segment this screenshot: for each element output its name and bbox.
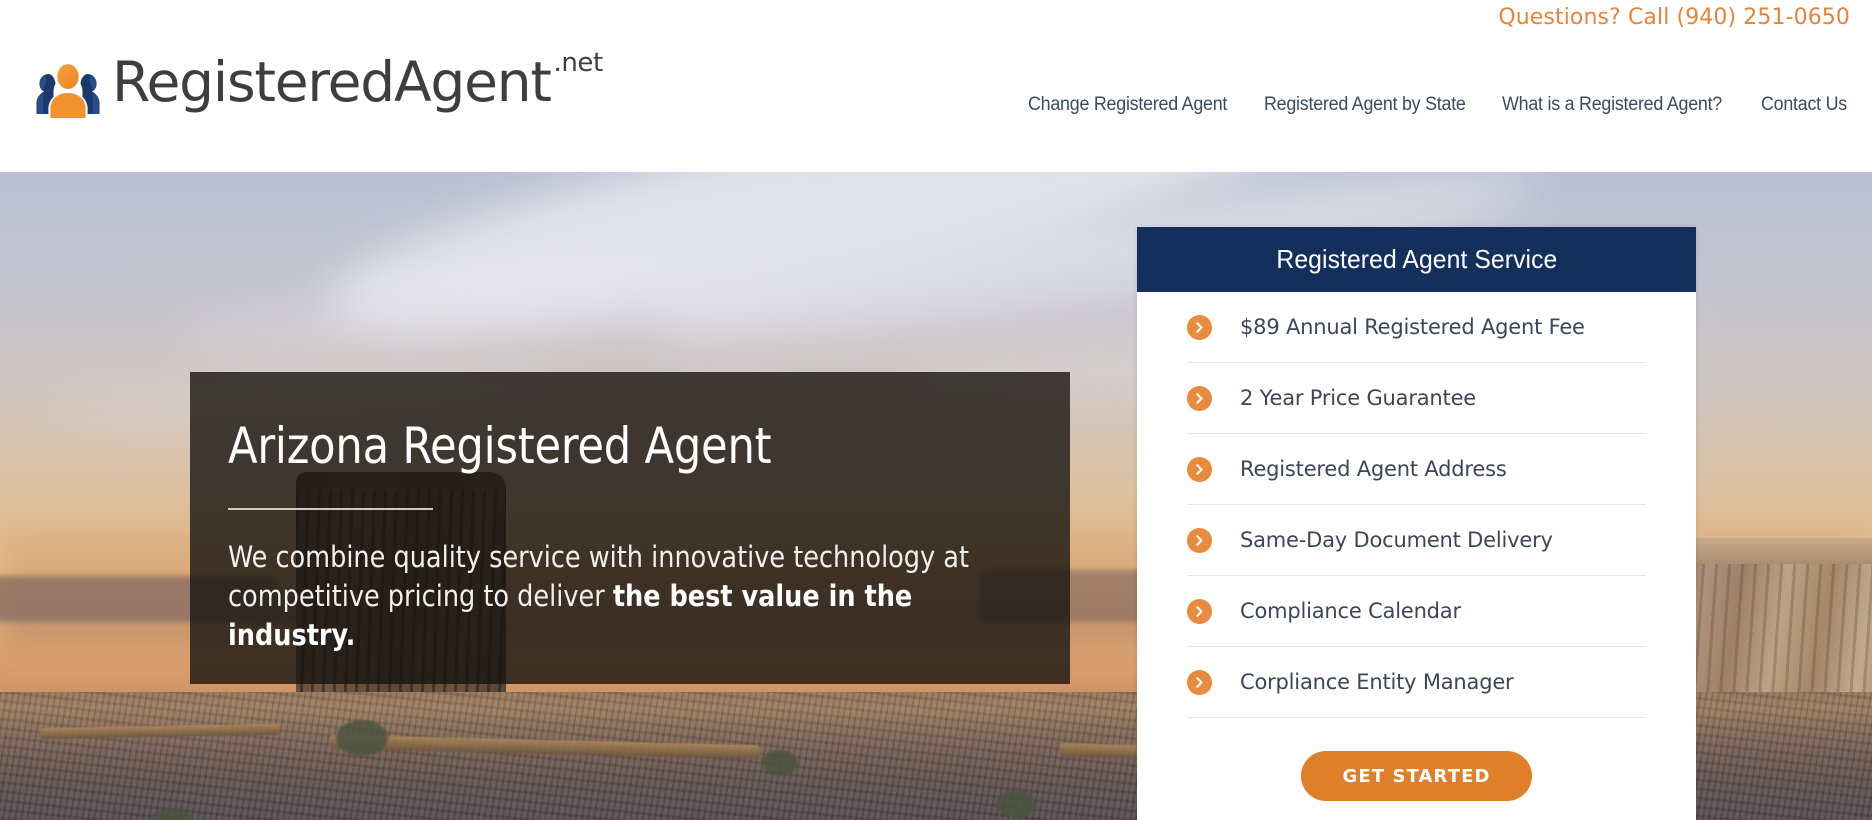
service-feature-label: Registered Agent Address	[1240, 457, 1507, 481]
nav-item-registered-agent-by-state[interactable]: Registered Agent by State	[1264, 94, 1466, 116]
service-feature-label: Same-Day Document Delivery	[1240, 528, 1553, 552]
service-feature-item[interactable]: $89 Annual Registered Agent Fee	[1187, 292, 1646, 363]
service-feature-item[interactable]: Same-Day Document Delivery	[1187, 505, 1646, 576]
service-feature-label: Compliance Calendar	[1240, 599, 1461, 623]
logo-wordmark-group: RegisteredAgent .net	[112, 48, 603, 120]
desert-shrub	[762, 750, 798, 776]
main-navigation: Change Registered Agent Registered Agent…	[1028, 94, 1852, 116]
hero-subtitle: We combine quality service with innovati…	[228, 538, 1002, 655]
chevron-right-circle-icon	[1187, 527, 1212, 553]
service-feature-item[interactable]: Registered Agent Address	[1187, 434, 1646, 505]
chevron-right-circle-icon	[1187, 598, 1212, 624]
site-logo[interactable]: RegisteredAgent .net	[34, 48, 603, 124]
chevron-right-circle-icon	[1187, 314, 1212, 340]
three-people-icon	[34, 52, 102, 120]
desert-shrub	[336, 720, 388, 756]
service-feature-label: 2 Year Price Guarantee	[1240, 386, 1477, 410]
site-header: Questions? Call (940) 251-0650 Registere…	[0, 0, 1872, 172]
service-feature-label: Corpliance Entity Manager	[1240, 670, 1514, 694]
cta-container: GET STARTED	[1187, 718, 1646, 801]
service-card-title: Registered Agent Service	[1275, 244, 1557, 274]
nav-item-contact-us[interactable]: Contact Us	[1761, 94, 1847, 116]
logo-tld: .net	[553, 48, 603, 78]
service-feature-list: $89 Annual Registered Agent Fee 2 Year P…	[1137, 292, 1696, 801]
phone-number-link[interactable]: Questions? Call (940) 251-0650	[1498, 5, 1850, 30]
nav-item-change-registered-agent[interactable]: Change Registered Agent	[1028, 94, 1227, 116]
desert-shrub	[996, 790, 1036, 818]
service-feature-item[interactable]: Compliance Calendar	[1187, 576, 1646, 647]
hero-text-panel: Arizona Registered Agent We combine qual…	[190, 372, 1070, 684]
logo-wordmark: RegisteredAgent	[112, 50, 552, 114]
registered-agent-service-card: Registered Agent Service $89 Annual Regi…	[1137, 227, 1696, 820]
get-started-button[interactable]: GET STARTED	[1301, 751, 1532, 801]
chevron-right-circle-icon	[1187, 385, 1212, 411]
service-feature-item[interactable]: 2 Year Price Guarantee	[1187, 363, 1646, 434]
service-card-header: Registered Agent Service	[1137, 227, 1696, 292]
chevron-right-circle-icon	[1187, 456, 1212, 482]
chevron-right-circle-icon	[1187, 669, 1212, 695]
nav-item-what-is-a-registered-agent[interactable]: What is a Registered Agent?	[1502, 94, 1722, 116]
landing-page: Arizona Registered Agent We combine qual…	[0, 0, 1872, 820]
hero-title: Arizona Registered Agent	[228, 417, 772, 475]
service-feature-item[interactable]: Corpliance Entity Manager	[1187, 647, 1646, 718]
hero-divider	[228, 508, 433, 510]
service-feature-label: $89 Annual Registered Agent Fee	[1240, 315, 1585, 339]
